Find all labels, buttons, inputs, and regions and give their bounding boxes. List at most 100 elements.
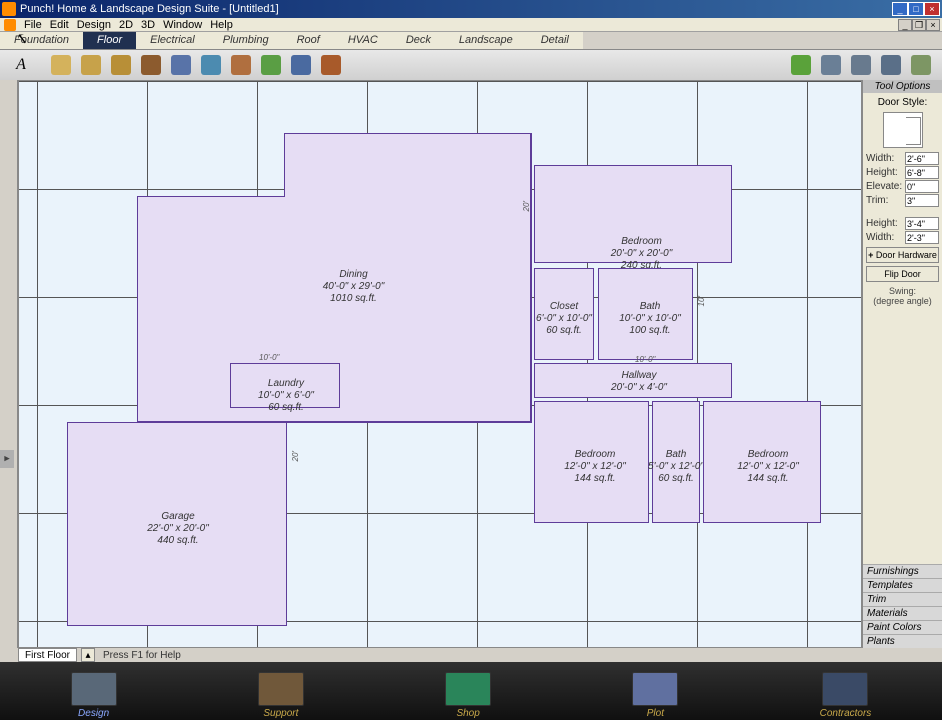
tab-detail[interactable]: Detail [527, 32, 583, 49]
bottom-bar: Design Support Shop Plot Contractors [0, 662, 942, 720]
tab-deck[interactable]: Deck [392, 32, 445, 49]
swing-label: Swing: [866, 286, 939, 296]
tool-options-panel: Tool Options Door Style: Width: Height: … [862, 80, 942, 648]
width-label: Width: [866, 153, 894, 164]
contractors-icon [822, 672, 868, 706]
3d-menu[interactable]: 3D [141, 19, 155, 31]
dimension-mark: 10'-0" [259, 353, 279, 362]
plant-tool-icon[interactable] [258, 52, 284, 78]
room-garage-label: Garage22'-0" x 20'-0"440 sq.ft. [139, 511, 217, 547]
category-furnishings[interactable]: Furnishings [863, 564, 942, 578]
category-trim[interactable]: Trim [863, 592, 942, 606]
bottom-label: Contractors [820, 708, 872, 719]
bottom-label: Shop [445, 708, 491, 719]
status-bar: First Floor ▴ Press F1 for Help [18, 648, 181, 662]
window-title: Punch! Home & Landscape Design Suite - [… [20, 3, 892, 15]
tab-landscape[interactable]: Landscape [445, 32, 527, 49]
flip-door-button[interactable]: Flip Door [866, 266, 939, 282]
room-dining-label: Dining40'-0" x 29'-0"1010 sq.ft. [311, 269, 396, 305]
trim-input[interactable] [905, 194, 939, 207]
category-templates[interactable]: Templates [863, 578, 942, 592]
room-hallway-label: Hallway20'-0" x 4'-0" [599, 370, 679, 394]
dimension-mark: 20' [291, 451, 300, 461]
bottom-shop[interactable]: Shop [445, 672, 491, 719]
view-4-icon[interactable] [908, 52, 934, 78]
door-tool-icon[interactable] [138, 52, 164, 78]
text-tool[interactable]: A [8, 52, 34, 78]
gutter-tab[interactable]: ◄ [0, 450, 14, 468]
tab-hvac[interactable]: HVAC [334, 32, 392, 49]
brick-tool-icon[interactable] [318, 52, 344, 78]
elevate-input[interactable] [905, 180, 939, 193]
bottom-design[interactable]: Design [71, 672, 117, 719]
dimension-mark: 10' [697, 296, 706, 306]
eco-icon[interactable] [788, 52, 814, 78]
support-icon [258, 672, 304, 706]
pointer-tool[interactable]: ↖ [8, 26, 34, 52]
height2-label: Height: [866, 218, 898, 229]
edit-menu[interactable]: Edit [50, 19, 69, 31]
doc-close-button[interactable]: × [926, 19, 940, 31]
main-toolbar: ↖A⟷ [0, 50, 942, 80]
door-hardware-button[interactable]: + Door Hardware [866, 247, 939, 263]
door-style-thumb[interactable] [883, 112, 923, 148]
plot-icon [632, 672, 678, 706]
tab-plumbing[interactable]: Plumbing [209, 32, 283, 49]
width-input[interactable] [905, 152, 939, 165]
folder-3-icon[interactable] [108, 52, 134, 78]
column-tool-icon[interactable] [288, 52, 314, 78]
tab-electrical[interactable]: Electrical [136, 32, 209, 49]
category-materials[interactable]: Materials [863, 606, 942, 620]
room-closet-label: Closet6'-0" x 10'-0"60 sq.ft. [532, 301, 596, 337]
width2-input[interactable] [905, 231, 939, 244]
app-icon [2, 2, 16, 16]
bottom-label: Plot [632, 708, 678, 719]
tub-tool-icon[interactable] [228, 52, 254, 78]
bottom-label: Support [258, 708, 304, 719]
category-paint-colors[interactable]: Paint Colors [863, 620, 942, 634]
folder-2-icon[interactable] [78, 52, 104, 78]
floor-up-button[interactable]: ▴ [81, 648, 95, 662]
view-2-icon[interactable] [848, 52, 874, 78]
height-label: Height: [866, 167, 898, 178]
width2-label: Width: [866, 232, 894, 243]
2d-menu[interactable]: 2D [119, 19, 133, 31]
tab-floor[interactable]: Floor [83, 32, 136, 49]
sink-tool-icon[interactable] [198, 52, 224, 78]
bottom-plot[interactable]: Plot [632, 672, 678, 719]
shop-icon [445, 672, 491, 706]
left-gutter: ◄ [0, 80, 18, 648]
doc-restore-button[interactable]: ❐ [912, 19, 926, 31]
dimension-mark: 20' [522, 201, 531, 211]
bottom-contractors[interactable]: Contractors [820, 672, 872, 719]
room-bath-2-label: Bath5'-0" x 12'-0"60 sq.ft. [645, 449, 707, 485]
height-input[interactable] [905, 166, 939, 179]
mode-tabs: FoundationFloorElectricalPlumbingRoofHVA… [0, 32, 942, 50]
swing-hint: (degree angle) [866, 296, 939, 306]
window-menu[interactable]: Window [163, 19, 202, 31]
status-help: Press F1 for Help [103, 650, 181, 661]
floor-name[interactable]: First Floor [18, 648, 77, 662]
height2-input[interactable] [905, 217, 939, 230]
plan-canvas[interactable]: Dining40'-0" x 29'-0"1010 sq.ft. Laundry… [18, 80, 862, 648]
tab-roof[interactable]: Roof [283, 32, 334, 49]
tool-options-header: Tool Options [863, 80, 942, 93]
doc-minimize-button[interactable]: _ [898, 19, 912, 31]
window-tool-icon[interactable] [168, 52, 194, 78]
maximize-button[interactable]: □ [908, 2, 924, 16]
category-plants[interactable]: Plants [863, 634, 942, 648]
view-1-icon[interactable] [818, 52, 844, 78]
bottom-support[interactable]: Support [258, 672, 304, 719]
menu-bar: File Edit Design 2D 3D Window Help [0, 18, 942, 32]
room-bedroom-2-label: Bedroom12'-0" x 12'-0"144 sq.ft. [557, 449, 633, 485]
view-3-icon[interactable] [878, 52, 904, 78]
minimize-button[interactable]: _ [892, 2, 908, 16]
help-menu[interactable]: Help [210, 19, 233, 31]
folder-1-icon[interactable] [48, 52, 74, 78]
design-menu[interactable]: Design [77, 19, 111, 31]
bottom-label: Design [71, 708, 117, 719]
title-bar: Punch! Home & Landscape Design Suite - [… [0, 0, 942, 18]
room-bath-1-label: Bath10'-0" x 10'-0"100 sq.ft. [613, 301, 687, 337]
room-laundry-label: Laundry10'-0" x 6'-0"60 sq.ft. [249, 378, 323, 414]
close-button[interactable]: × [924, 2, 940, 16]
